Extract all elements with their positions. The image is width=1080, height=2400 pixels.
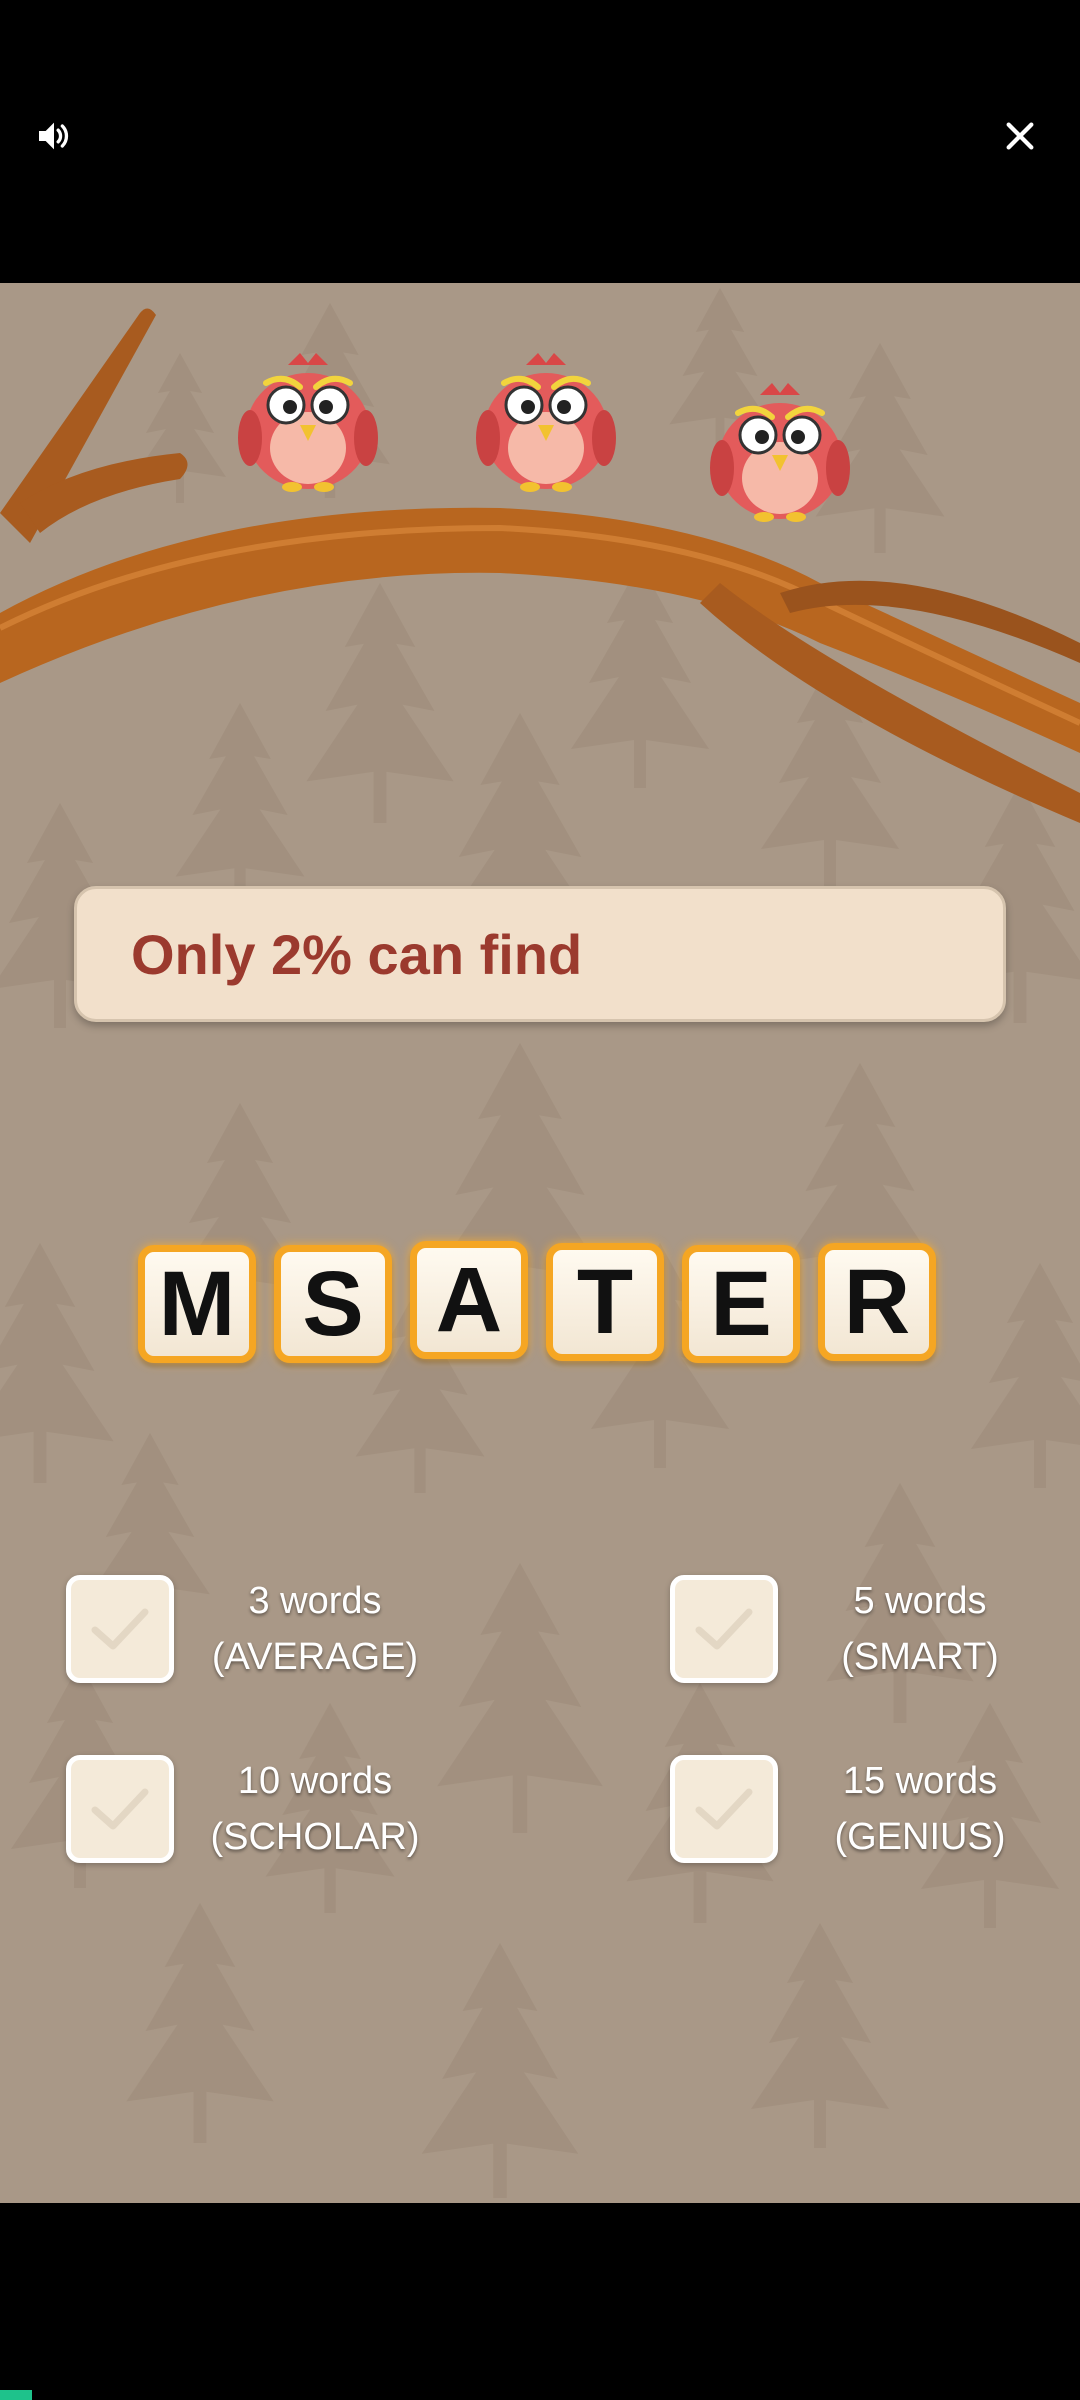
check-icon bbox=[91, 1608, 149, 1650]
goal-label: 10 words (SCHOLAR) bbox=[195, 1753, 435, 1865]
challenge-banner: Only 2% can find bbox=[74, 886, 1006, 1022]
close-icon bbox=[1006, 122, 1034, 150]
video-progress-bar bbox=[0, 2390, 32, 2400]
top-bar bbox=[0, 0, 1080, 283]
goal-level: (SCHOLAR) bbox=[210, 1816, 420, 1858]
goal-count: 3 words bbox=[248, 1580, 382, 1622]
goal-level: (AVERAGE) bbox=[211, 1636, 419, 1678]
bottom-bar bbox=[0, 2203, 1080, 2400]
goal-count: 15 words bbox=[842, 1760, 998, 1802]
checkbox[interactable] bbox=[66, 1575, 174, 1683]
check-icon bbox=[91, 1788, 149, 1830]
letter-tile[interactable]: R bbox=[818, 1243, 936, 1361]
checkbox[interactable] bbox=[670, 1575, 778, 1683]
bird-icon bbox=[476, 353, 616, 492]
letter-tiles: M S A T E R bbox=[138, 1233, 958, 1373]
letter-tile[interactable]: S bbox=[274, 1245, 392, 1363]
goal-label: 3 words (AVERAGE) bbox=[200, 1573, 430, 1685]
letter-tile[interactable]: E bbox=[682, 1245, 800, 1363]
check-icon bbox=[695, 1608, 753, 1650]
goal-level: (GENIUS) bbox=[834, 1816, 1006, 1858]
letter-tile[interactable]: T bbox=[546, 1243, 664, 1361]
ad-content[interactable]: Only 2% can find M S A T E R 3 words (AV… bbox=[0, 283, 1080, 2203]
close-button[interactable] bbox=[988, 104, 1052, 168]
check-icon bbox=[695, 1788, 753, 1830]
banner-text: Only 2% can find bbox=[131, 922, 583, 986]
checkbox[interactable] bbox=[66, 1755, 174, 1863]
speaker-volume-icon bbox=[39, 122, 69, 150]
goal-count: 10 words bbox=[237, 1760, 393, 1802]
bird-icon bbox=[710, 383, 850, 522]
goal-label: 15 words (GENIUS) bbox=[810, 1753, 1030, 1865]
letter-tile[interactable]: A bbox=[410, 1241, 528, 1359]
bird-icon bbox=[238, 353, 378, 492]
sound-button[interactable] bbox=[22, 104, 86, 168]
checkbox[interactable] bbox=[670, 1755, 778, 1863]
letter-tile[interactable]: M bbox=[138, 1245, 256, 1363]
goal-level: (SMART) bbox=[841, 1636, 999, 1678]
goal-label: 5 words (SMART) bbox=[810, 1573, 1030, 1685]
goal-count: 5 words bbox=[853, 1580, 987, 1622]
